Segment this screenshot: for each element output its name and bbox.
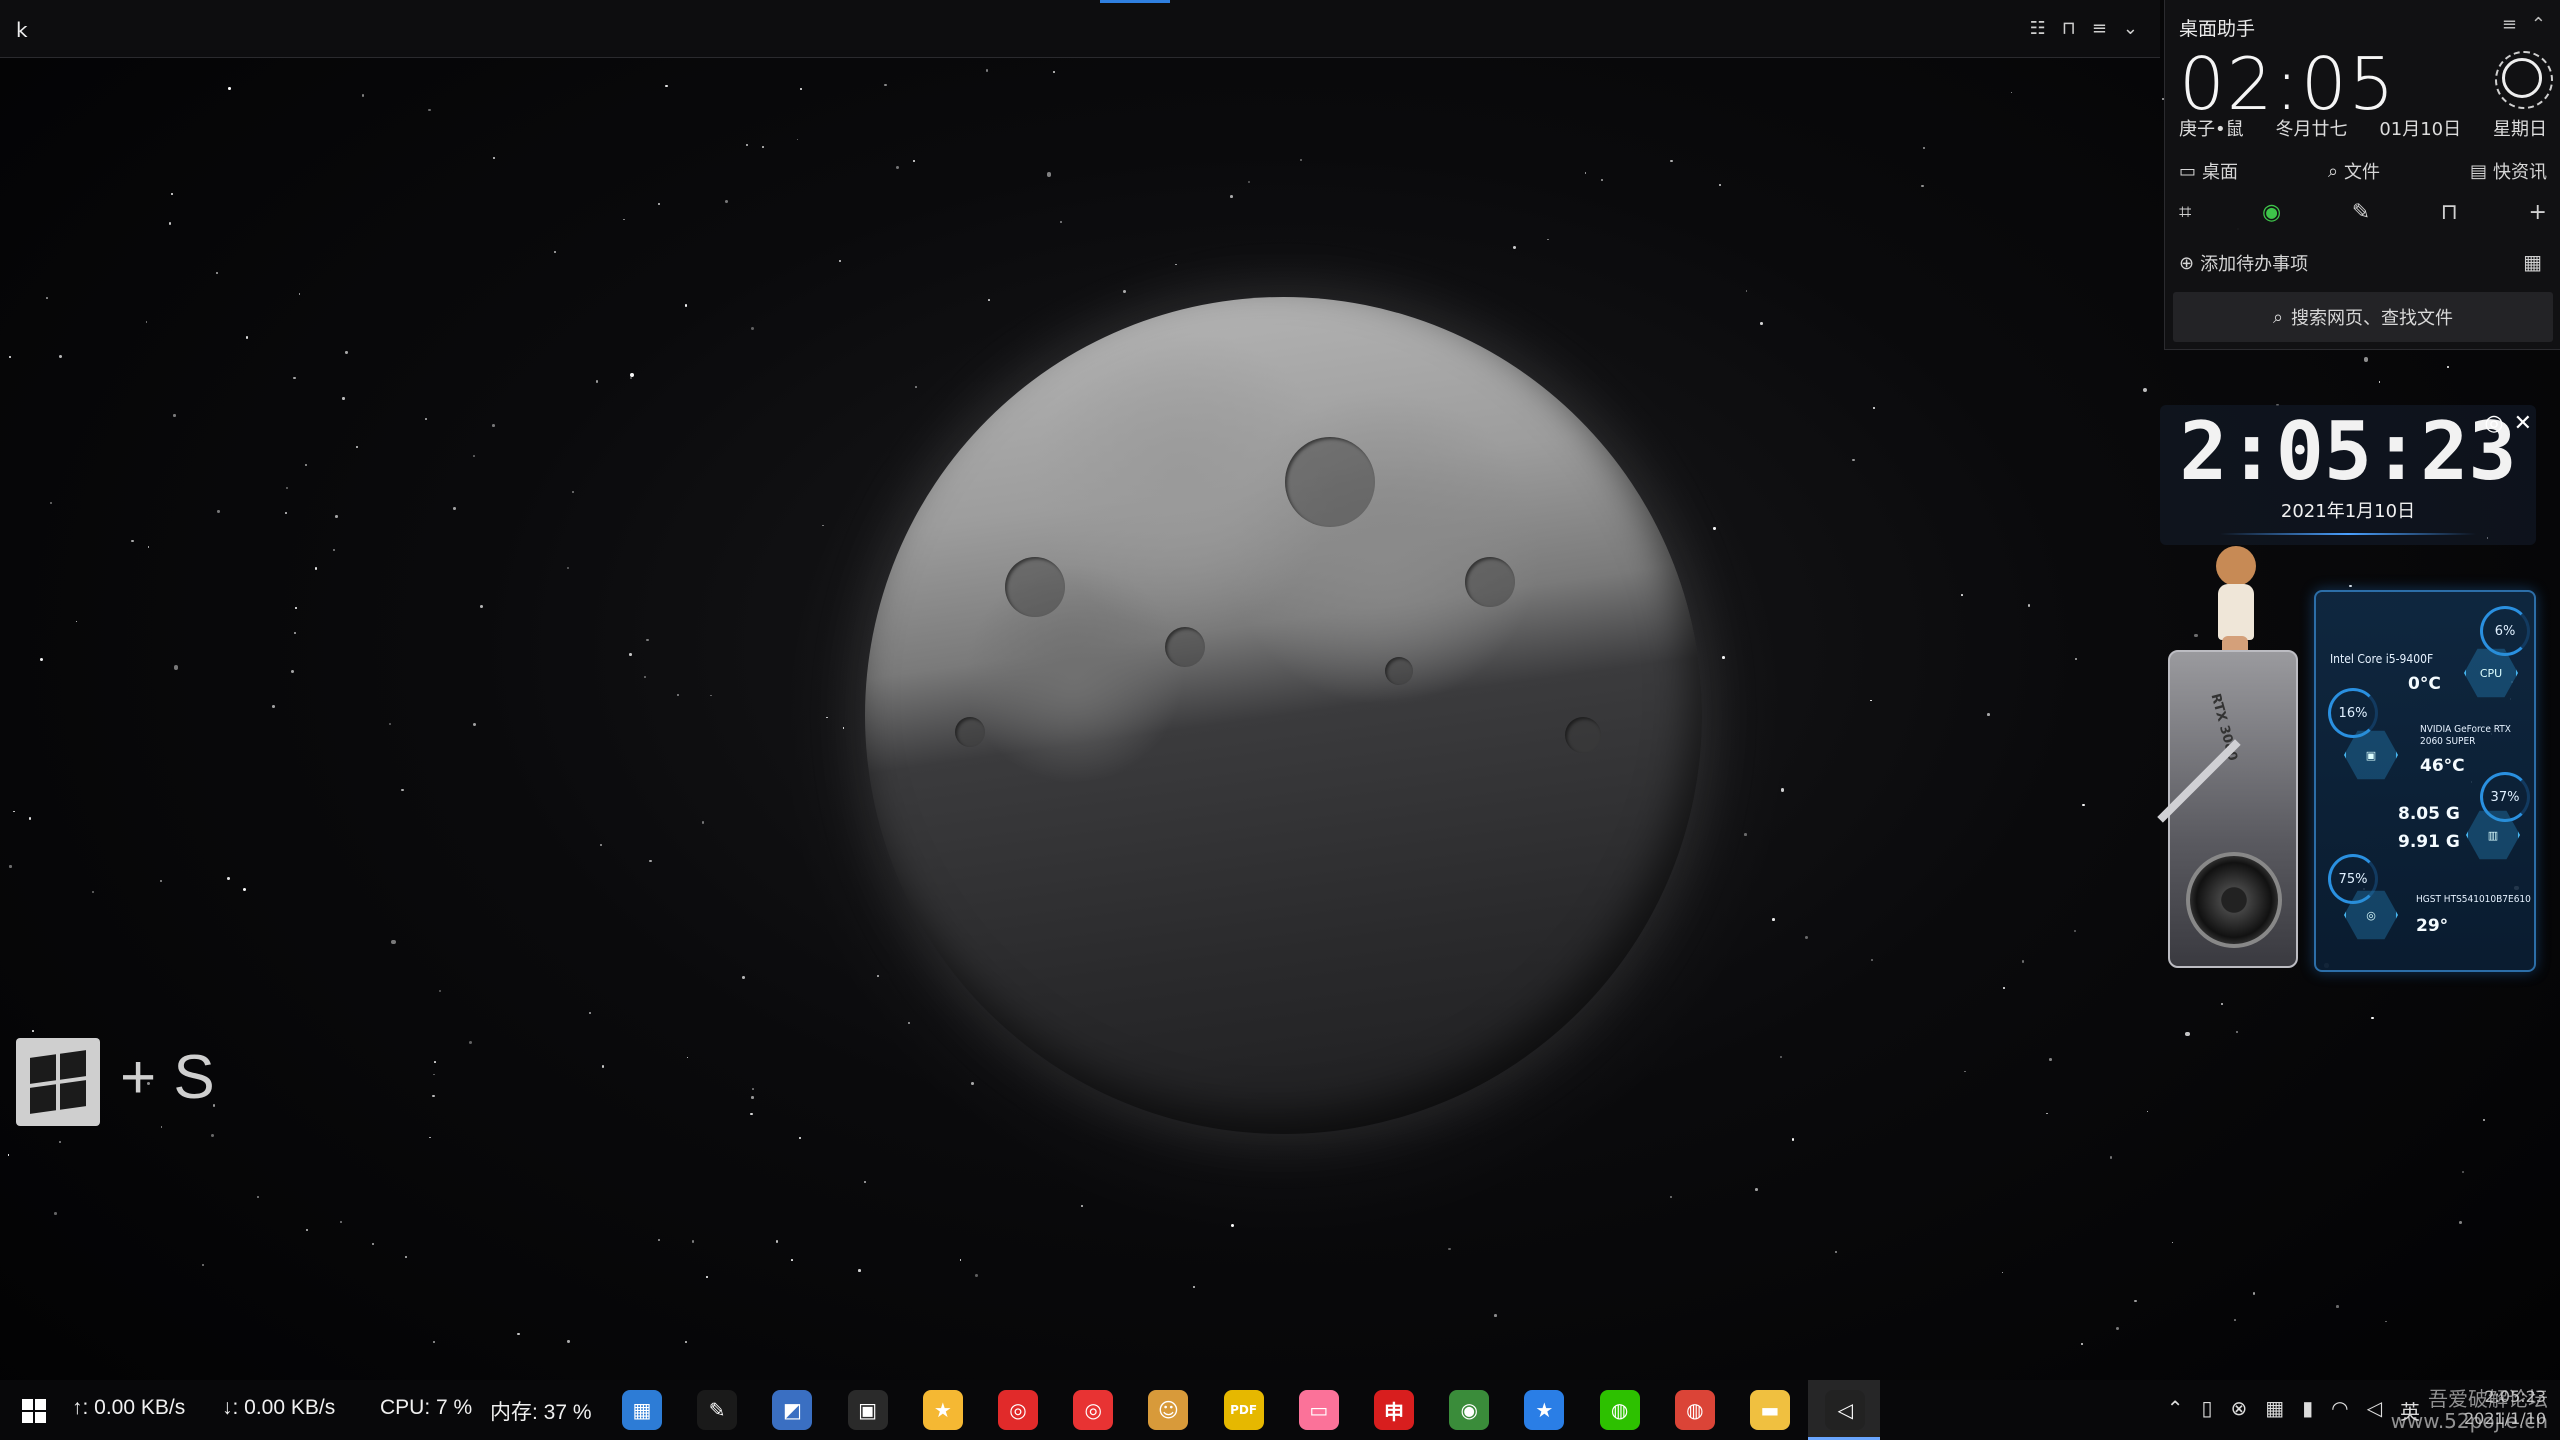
menu-icon[interactable]: ≡: [2092, 18, 2107, 39]
volume-icon[interactable]: ◁: [2367, 1396, 2382, 1425]
assistant-date-row: 庚子•鼠 冬月廿七 01月10日 星期日: [2179, 115, 2547, 141]
assistant-title: 桌面助手: [2179, 18, 2256, 40]
emoji-icon[interactable]: ☺: [1148, 1390, 1189, 1430]
netease-music-2-icon[interactable]: ◎: [1073, 1390, 1114, 1430]
news-icon: ▤: [2469, 160, 2487, 182]
store-icon[interactable]: ▦: [622, 1390, 662, 1430]
mouse-icon[interactable]: ▯: [2201, 1396, 2212, 1425]
cpu-usage-ring: 6%: [2480, 606, 2530, 656]
nav-desktop[interactable]: ▭ 桌面: [2179, 158, 2238, 184]
feather-icon[interactable]: ✎: [697, 1390, 738, 1430]
widget-time: 2:05:23: [2179, 405, 2517, 498]
gpu-card-image: RTX 3080: [2157, 650, 2313, 968]
close-icon[interactable]: ✕: [2514, 411, 2532, 436]
gpu-temp: 46°C: [2420, 756, 2465, 776]
grid-app-icon[interactable]: ▦: [2265, 1396, 2284, 1425]
lock-icon[interactable]: ⊓: [2441, 200, 2458, 225]
forum-watermark: 吾爱破解论坛 www.52pojie.cn: [2390, 1387, 2548, 1433]
search-icon: ⌕: [2327, 160, 2339, 182]
nav-news[interactable]: ▤ 快资讯: [2470, 158, 2547, 184]
windows-key-icon: [16, 1038, 100, 1126]
toolbar-accent: [1100, 0, 1170, 3]
gpu-fan: [2186, 852, 2282, 948]
toolbar-controls: ☷ ⊓ ≡ ⌄: [2030, 18, 2138, 39]
bilibili-icon[interactable]: ▭: [1298, 1390, 1339, 1430]
gpu-usage-ring: 16%: [2328, 688, 2378, 738]
chen-app-icon[interactable]: 申: [1374, 1390, 1414, 1430]
star-app-icon[interactable]: ★: [1524, 1390, 1565, 1430]
chevron-down-icon[interactable]: ⌄: [2123, 18, 2138, 39]
cpu-usage: CPU: 7 %: [380, 1396, 473, 1419]
taskbar: ↑: 0.00 KB/s ↓: 0.00 KB/s CPU: 7 % 内存: 3…: [0, 1380, 2560, 1440]
cursor-text: k: [16, 18, 28, 42]
add-todo-button[interactable]: ⊕ 添加待办事项: [2179, 250, 2308, 276]
assistant-search-box[interactable]: ⌕ 搜索网页、查找文件: [2173, 292, 2553, 342]
chevron-up-icon[interactable]: ⌃: [2167, 1396, 2184, 1425]
pdf-icon[interactable]: PDF: [1223, 1390, 1264, 1430]
sun-weather-icon[interactable]: [2495, 51, 2553, 109]
memory-used: 8.05 G: [2398, 804, 2460, 824]
system-tray: ⌃ ▯ ⊗ ▦ ▮ ◠ ◁ 英: [2167, 1396, 2420, 1425]
radio-icon[interactable]: ▣: [847, 1390, 888, 1430]
cpu-temp: 0°C: [2408, 674, 2441, 694]
menu-icon[interactable]: ≡: [2502, 14, 2517, 35]
desktop-assistant-panel: 桌面助手 ≡ ⌃ 02:05 庚子•鼠 冬月廿七 01月10日 星期日 ▭ 桌面 …: [2164, 0, 2560, 350]
gpu-name: NVIDIA GeForce RTX 2060 SUPER: [2420, 724, 2511, 747]
settings-icon[interactable]: ◎: [2484, 411, 2503, 436]
weekday: 星期日: [2492, 119, 2547, 140]
wifi-icon[interactable]: ◠: [2331, 1396, 2348, 1425]
shortcut-hint: + S: [120, 1043, 215, 1112]
widget-divider: [2220, 533, 2476, 535]
assistant-tools: ⌗ ◉ ✎ ⊓ +: [2179, 200, 2547, 225]
disk-name: HGST HTS541010B7E610: [2416, 894, 2531, 905]
wechat-icon[interactable]: ◍: [1599, 1390, 1640, 1430]
lunar-year: 庚子•鼠: [2179, 119, 2244, 140]
digital-clock-widget: 2:05:23 2021年1月10日 ◎ ✕: [2160, 405, 2536, 545]
upload-speed: ↑: 0.00 KB/s: [72, 1396, 186, 1419]
assistant-clock: 02:05: [2179, 42, 2397, 126]
netease-music-icon[interactable]: ◎: [998, 1390, 1038, 1430]
assistant-controls: ≡ ⌃: [2502, 14, 2546, 35]
moon-wallpaper: [865, 297, 1702, 1134]
plus-icon[interactable]: +: [2529, 200, 2547, 225]
list-view-icon[interactable]: ☷: [2030, 18, 2046, 39]
cpu-name: Intel Core i5-9400F: [2330, 652, 2434, 666]
top-toolbar: k ☷ ⊓ ≡ ⌄: [0, 0, 2160, 58]
memory-usage: 内存: 37 %: [490, 1401, 592, 1424]
assistant-nav: ▭ 桌面 ⌕ 文件 ▤ 快资讯: [2179, 158, 2547, 184]
usb-icon[interactable]: ▮: [2302, 1396, 2313, 1425]
lock-icon[interactable]: ⊓: [2062, 18, 2076, 39]
monitor-icon: ▭: [2179, 160, 2197, 182]
crop-icon[interactable]: ⌗: [2179, 200, 2191, 225]
download-speed: ↓: 0.00 KB/s: [222, 1396, 336, 1419]
widget-controls: ◎ ✕: [2484, 411, 2532, 436]
nav-files[interactable]: ⌕ 文件: [2328, 158, 2380, 184]
chevron-up-icon[interactable]: ⌃: [2531, 14, 2546, 35]
photo-app-icon[interactable]: ◩: [772, 1390, 813, 1430]
edit-icon[interactable]: ✎: [2352, 200, 2370, 225]
folder-yellow-icon[interactable]: ★: [922, 1390, 963, 1430]
unity-icon[interactable]: ◁: [1825, 1390, 1866, 1430]
solar-date: 01月10日: [2379, 119, 2462, 140]
add-circle-icon: ⊕: [2179, 252, 2195, 274]
hardware-monitor-panel: 6% Intel Core i5-9400F 0°C CPU 16% ▣ NVI…: [2314, 590, 2536, 972]
lunar-date: 冬月廿七: [2275, 119, 2348, 140]
start-button[interactable]: [22, 1399, 46, 1423]
circle-x-icon[interactable]: ⊗: [2230, 1396, 2247, 1425]
qr-code-icon[interactable]: ▦: [2523, 250, 2542, 274]
chrome-icon[interactable]: ◍: [1674, 1390, 1715, 1430]
search-icon: ⌕: [2272, 306, 2284, 328]
browser-globe-icon[interactable]: ◉: [1449, 1390, 1490, 1430]
memory-total: 9.91 G: [2398, 832, 2460, 852]
widget-date: 2021年1月10日: [2280, 501, 2416, 522]
disk-temp: 29°: [2416, 916, 2449, 936]
eye-icon[interactable]: ◉: [2262, 200, 2281, 225]
file-explorer-icon[interactable]: ▬: [1750, 1390, 1790, 1430]
